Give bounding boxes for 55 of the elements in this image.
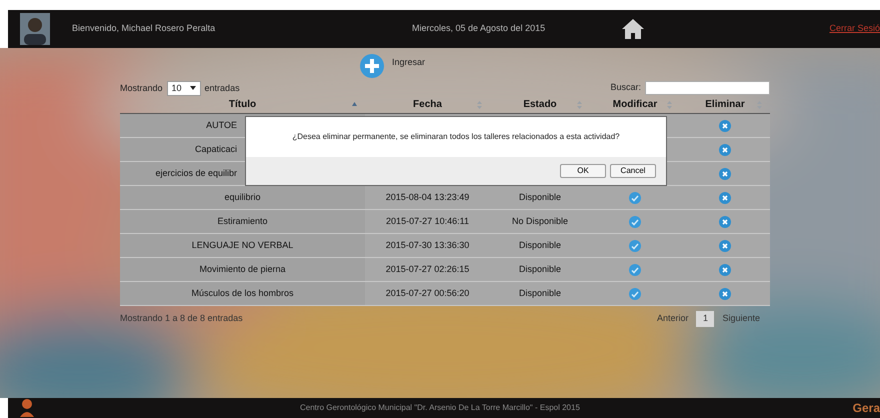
table-cell-text: 2015-08-04 13:23:49 xyxy=(386,190,470,204)
edit-icon[interactable] xyxy=(629,288,641,300)
table-cell-text: Disponible xyxy=(518,238,562,252)
table-cell-text: 2015-07-27 00:56:20 xyxy=(386,286,470,300)
delete-icon[interactable] xyxy=(719,288,731,300)
welcome-text: Bienvenido, Michael Rosero Peralta xyxy=(72,22,216,36)
table-cell-text: 2015-07-30 13:36:30 xyxy=(386,238,470,252)
table-cell-text: Disponible xyxy=(518,262,562,276)
length-suffix: entradas xyxy=(204,82,240,94)
delete-icon[interactable] xyxy=(719,144,731,156)
table-cell-text: Disponible xyxy=(518,286,562,300)
table-cell-text: Disponible xyxy=(518,190,562,204)
delete-icon[interactable] xyxy=(719,264,731,276)
table-info: Mostrando 1 a 8 de 8 entradas xyxy=(120,312,243,326)
add-label[interactable]: Ingresar xyxy=(392,56,426,70)
table-cell: equilibrio xyxy=(120,186,365,209)
edit-icon[interactable] xyxy=(629,240,641,252)
date-text: Miercoles, 05 de Agosto del 2015 xyxy=(412,22,546,36)
column-header[interactable]: Fecha xyxy=(365,96,490,113)
length-prefix: Mostrando xyxy=(120,82,163,94)
search-label: Buscar: xyxy=(610,81,641,94)
column-header[interactable]: Eliminar xyxy=(680,96,770,113)
delete-icon[interactable] xyxy=(719,192,731,204)
home-icon[interactable] xyxy=(622,19,644,39)
caret-icon xyxy=(190,86,196,90)
table-cell-text: 2015-07-27 02:26:15 xyxy=(386,262,470,276)
previous-link[interactable]: Anterior xyxy=(656,312,688,326)
footer-text: Centro Gerontológico Municipal "Dr. Arsenio De La Torre Marcillo" - Espol 2015 xyxy=(300,402,580,414)
user-avatar-icon xyxy=(20,13,50,45)
delete-icon[interactable] xyxy=(719,168,731,180)
edit-icon[interactable] xyxy=(629,216,641,228)
page-button[interactable]: 1 xyxy=(696,311,714,327)
delete-icon[interactable] xyxy=(719,216,731,228)
length-select[interactable]: 10 xyxy=(166,80,201,96)
dialog-button[interactable]: OK xyxy=(560,164,606,178)
dialog-button[interactable]: Cancel xyxy=(610,164,656,178)
column-header[interactable]: Título xyxy=(120,96,365,113)
sort-icon[interactable] xyxy=(352,100,357,108)
person-icon xyxy=(20,399,34,417)
delete-icon[interactable] xyxy=(719,240,731,252)
add-icon[interactable] xyxy=(360,54,384,78)
column-header[interactable]: Modificar xyxy=(590,96,680,113)
search-field[interactable] xyxy=(645,81,770,95)
table-cell: Movimiento de pierna xyxy=(120,258,365,281)
edit-icon[interactable] xyxy=(629,264,641,276)
table-cell: Músculos de los hombros xyxy=(120,282,365,305)
table-cell: Estiramiento xyxy=(120,210,365,233)
table-cell-text: 2015-07-27 10:46:11 xyxy=(386,214,469,228)
table-cell: LENGUAJE NO VERBAL xyxy=(120,234,365,257)
delete-icon[interactable] xyxy=(719,120,731,132)
next-link[interactable]: Siguiente xyxy=(722,312,760,326)
footer-logo: Gera xyxy=(852,400,880,417)
table-cell-text: No Disponible xyxy=(512,214,568,228)
column-header[interactable]: Estado xyxy=(490,96,590,113)
edit-icon[interactable] xyxy=(629,192,641,204)
